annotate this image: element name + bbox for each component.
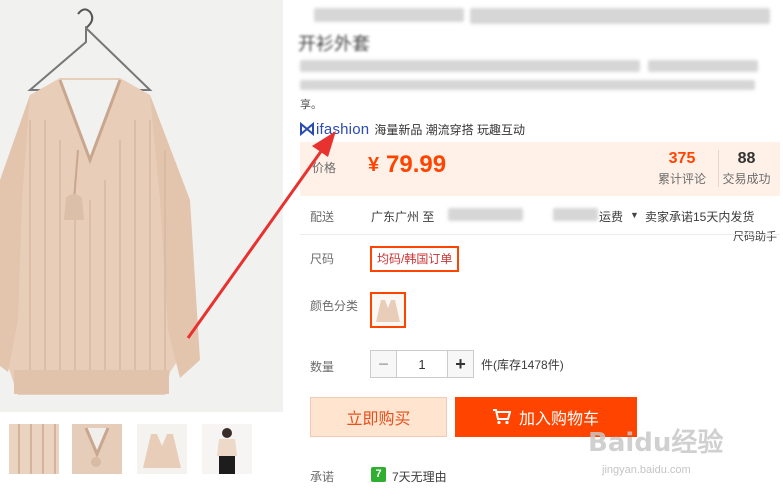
promise-label: 承诺 — [310, 470, 335, 484]
ifashion-logo: ifashion — [300, 121, 369, 138]
seven-day-badge-icon: 7 — [371, 467, 386, 482]
sales-count: 88 — [737, 150, 756, 167]
quantity-decrease-button[interactable]: − — [371, 351, 397, 377]
thumbnail-3[interactable] — [137, 424, 187, 474]
title-blur-2 — [470, 8, 770, 24]
reviews-label: 累计评论 — [657, 172, 706, 186]
product-title: 开衫外套 — [298, 34, 370, 54]
thumbnail-4[interactable] — [202, 424, 252, 474]
desc-blur-3 — [300, 80, 755, 90]
divider — [300, 234, 780, 235]
desc-blur-1 — [300, 60, 640, 72]
reviews-stat[interactable]: 375 累计评论 — [652, 150, 712, 187]
quantity-input[interactable] — [397, 351, 447, 377]
watermark-brand: Baidu经验 — [588, 428, 724, 458]
shipping-origin[interactable]: 广东广州 至 — [371, 208, 434, 225]
price-label: 价格 — [312, 161, 337, 175]
ifashion-icon — [300, 122, 314, 136]
price-currency: ¥ — [368, 154, 380, 176]
ifashion-tagline: 海量新品 潮流穿搭 玩趣互动 — [374, 122, 525, 137]
thumbnail-2[interactable] — [72, 424, 122, 474]
reviews-count: 375 — [668, 150, 696, 167]
ifashion-logo-text: ifashion — [316, 120, 370, 138]
add-to-cart-label: 加入购物车 — [518, 411, 599, 428]
quantity-stepper: − + — [370, 350, 474, 378]
shipping-promise: 卖家承诺15天内发货 — [645, 210, 755, 224]
shipping-blur-1 — [448, 208, 523, 221]
description-tail: 享。 — [300, 99, 322, 111]
promise-text[interactable]: 7天无理由 — [392, 468, 447, 485]
watermark: Baidu经验 jingyan.baidu.com — [588, 420, 748, 490]
buy-now-button[interactable]: 立即购买 — [310, 397, 447, 437]
shipping-fee-label: 运费 — [599, 210, 624, 224]
stock-info: 件(库存1478件) — [481, 358, 564, 372]
color-label: 颜色分类 — [310, 299, 359, 313]
title-blur-1 — [314, 8, 464, 22]
ifashion-banner[interactable]: ifashion 海量新品 潮流穿搭 玩趣互动 — [300, 120, 525, 138]
thumbnail-strip — [0, 424, 283, 476]
thumbnail-1[interactable] — [9, 424, 59, 474]
size-option-selected[interactable]: 均码/韩国订单 — [370, 246, 460, 272]
sales-stat: 88 交易成功 — [718, 150, 774, 187]
price-value: 79.99 — [386, 151, 447, 178]
main-product-image[interactable] — [0, 0, 283, 412]
price-panel: 价格 ¥ 79.99 375 累计评论 88 交易成功 — [300, 142, 780, 196]
chevron-down-icon[interactable]: ▼ — [630, 210, 639, 220]
quantity-increase-button[interactable]: + — [447, 351, 473, 377]
size-helper-link[interactable]: 尺码助手 — [733, 228, 777, 244]
color-option-selected[interactable] — [370, 292, 406, 328]
quantity-label: 数量 — [310, 360, 335, 374]
shipping-label: 配送 — [310, 210, 335, 224]
watermark-url: jingyan.baidu.com — [602, 464, 691, 476]
cart-icon — [492, 409, 511, 425]
desc-blur-2 — [648, 60, 758, 72]
shipping-blur-2 — [553, 208, 598, 221]
size-label: 尺码 — [310, 252, 335, 266]
sales-label: 交易成功 — [722, 172, 771, 186]
